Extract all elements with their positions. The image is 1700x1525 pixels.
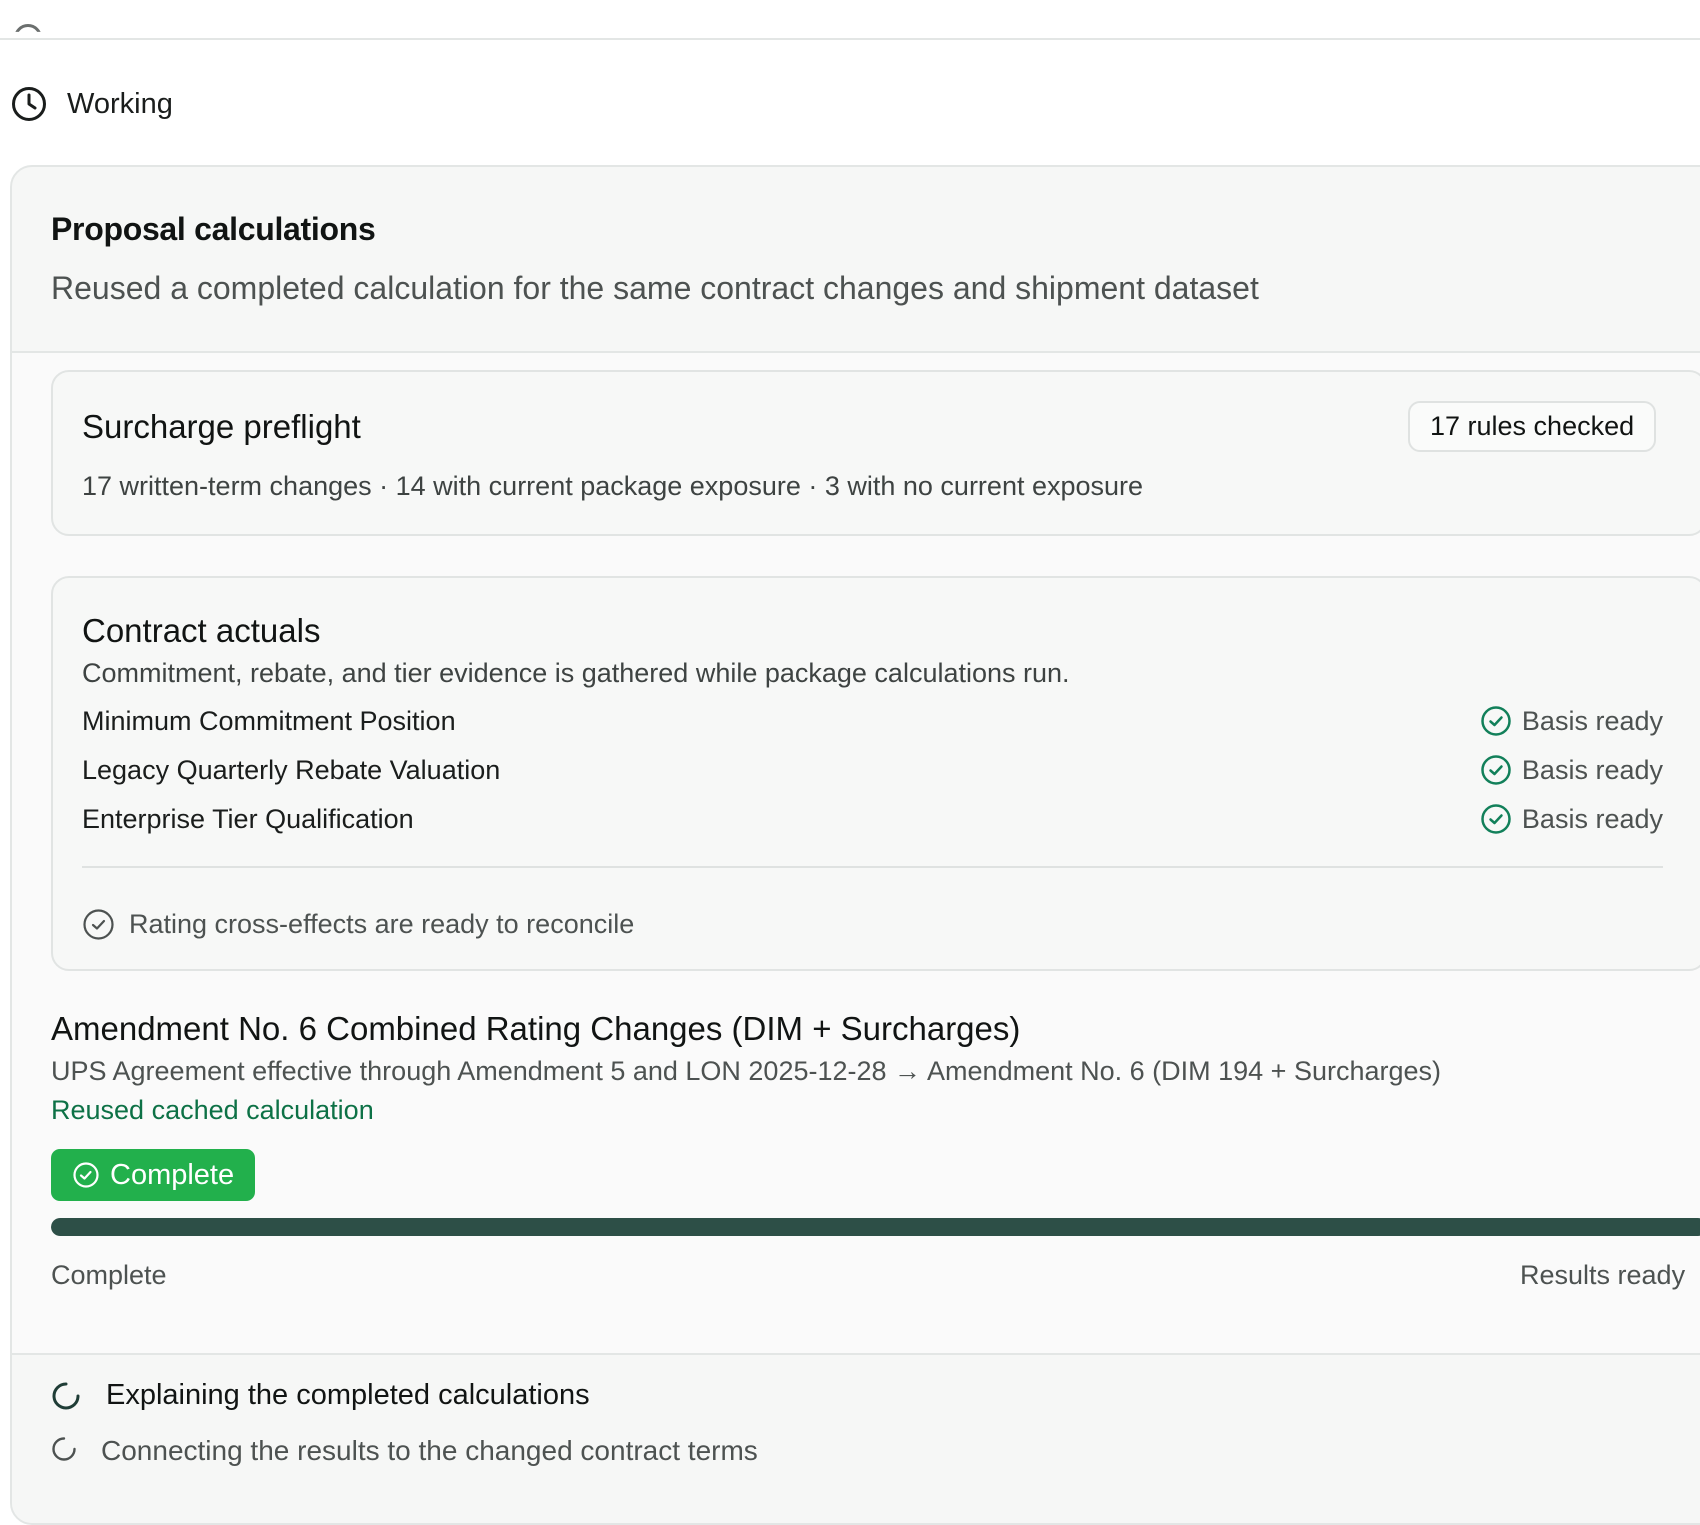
step-explaining: Explaining the completed calculations bbox=[50, 1379, 590, 1412]
status-label: Working bbox=[67, 87, 173, 120]
step-connecting: Connecting the results to the changed co… bbox=[50, 1435, 758, 1467]
contract-actuals-card: Contract actuals Commitment, rebate, and… bbox=[51, 576, 1700, 971]
panel-subtitle: Reused a completed calculation for the s… bbox=[51, 270, 1259, 306]
progress-results-label: Results ready bbox=[1520, 1260, 1686, 1290]
step-sub-label: Connecting the results to the changed co… bbox=[101, 1435, 758, 1466]
actuals-description: Commitment, rebate, and tier evidence is… bbox=[82, 658, 1070, 688]
spinner-icon bbox=[50, 1380, 82, 1412]
status-row: Working bbox=[11, 84, 173, 124]
preflight-title: Surcharge preflight bbox=[82, 408, 361, 445]
check-circle-icon bbox=[1480, 705, 1512, 737]
check-circle-icon bbox=[1480, 754, 1512, 786]
amendment-subtitle: UPS Agreement effective through Amendmen… bbox=[51, 1056, 1442, 1086]
divider bbox=[82, 866, 1663, 868]
actuals-footer: Rating cross-effects are ready to reconc… bbox=[82, 908, 634, 941]
actuals-row-name: Legacy Quarterly Rebate Valuation bbox=[82, 754, 501, 785]
reused-cached-calculation-link[interactable]: Reused cached calculation bbox=[51, 1095, 374, 1126]
panel-title: Proposal calculations bbox=[51, 211, 376, 247]
surcharge-preflight-card: Surcharge preflight 17 rules checked 17 … bbox=[51, 370, 1700, 536]
check-circle-icon bbox=[1480, 803, 1512, 835]
actuals-row: Enterprise Tier Qualification Basis read… bbox=[82, 799, 1663, 839]
clock-icon bbox=[11, 86, 47, 122]
actuals-row-name: Minimum Commitment Position bbox=[82, 705, 456, 736]
actuals-row-status-label: Basis ready bbox=[1521, 705, 1663, 736]
complete-pill-label: Complete bbox=[110, 1158, 235, 1191]
actuals-row-status: Basis ready bbox=[1480, 803, 1663, 835]
top-bar bbox=[0, 0, 1700, 40]
actuals-footer-text: Rating cross-effects are ready to reconc… bbox=[129, 909, 635, 939]
preflight-summary: 17 written-term changes · 14 with curren… bbox=[82, 471, 1144, 501]
actuals-row: Legacy Quarterly Rebate Valuation Basis … bbox=[82, 750, 1663, 790]
actuals-title: Contract actuals bbox=[82, 612, 321, 649]
actuals-row-name: Enterprise Tier Qualification bbox=[82, 803, 414, 834]
panel-header: Proposal calculations Reused a completed… bbox=[12, 167, 1700, 353]
check-circle-icon bbox=[72, 1161, 100, 1189]
proposal-calculations-panel: Proposal calculations Reused a completed… bbox=[10, 165, 1700, 1525]
step-main-label: Explaining the completed calculations bbox=[106, 1379, 590, 1411]
progress-bar bbox=[51, 1218, 1700, 1236]
avatar bbox=[14, 24, 42, 32]
actuals-row-status: Basis ready bbox=[1480, 705, 1663, 737]
check-circle-icon bbox=[82, 908, 115, 941]
progress-fill bbox=[51, 1218, 1700, 1236]
actuals-row-status-label: Basis ready bbox=[1521, 803, 1663, 834]
rules-checked-badge: 17 rules checked bbox=[1408, 401, 1657, 452]
actuals-row-status: Basis ready bbox=[1480, 754, 1663, 786]
actuals-row: Minimum Commitment Position Basis ready bbox=[82, 701, 1663, 741]
amendment-title: Amendment No. 6 Combined Rating Changes … bbox=[51, 1010, 1021, 1047]
spinner-icon bbox=[50, 1435, 82, 1467]
actuals-row-status-label: Basis ready bbox=[1521, 754, 1663, 785]
progress-status-label: Complete bbox=[51, 1260, 167, 1290]
complete-status-pill: Complete bbox=[51, 1149, 256, 1201]
